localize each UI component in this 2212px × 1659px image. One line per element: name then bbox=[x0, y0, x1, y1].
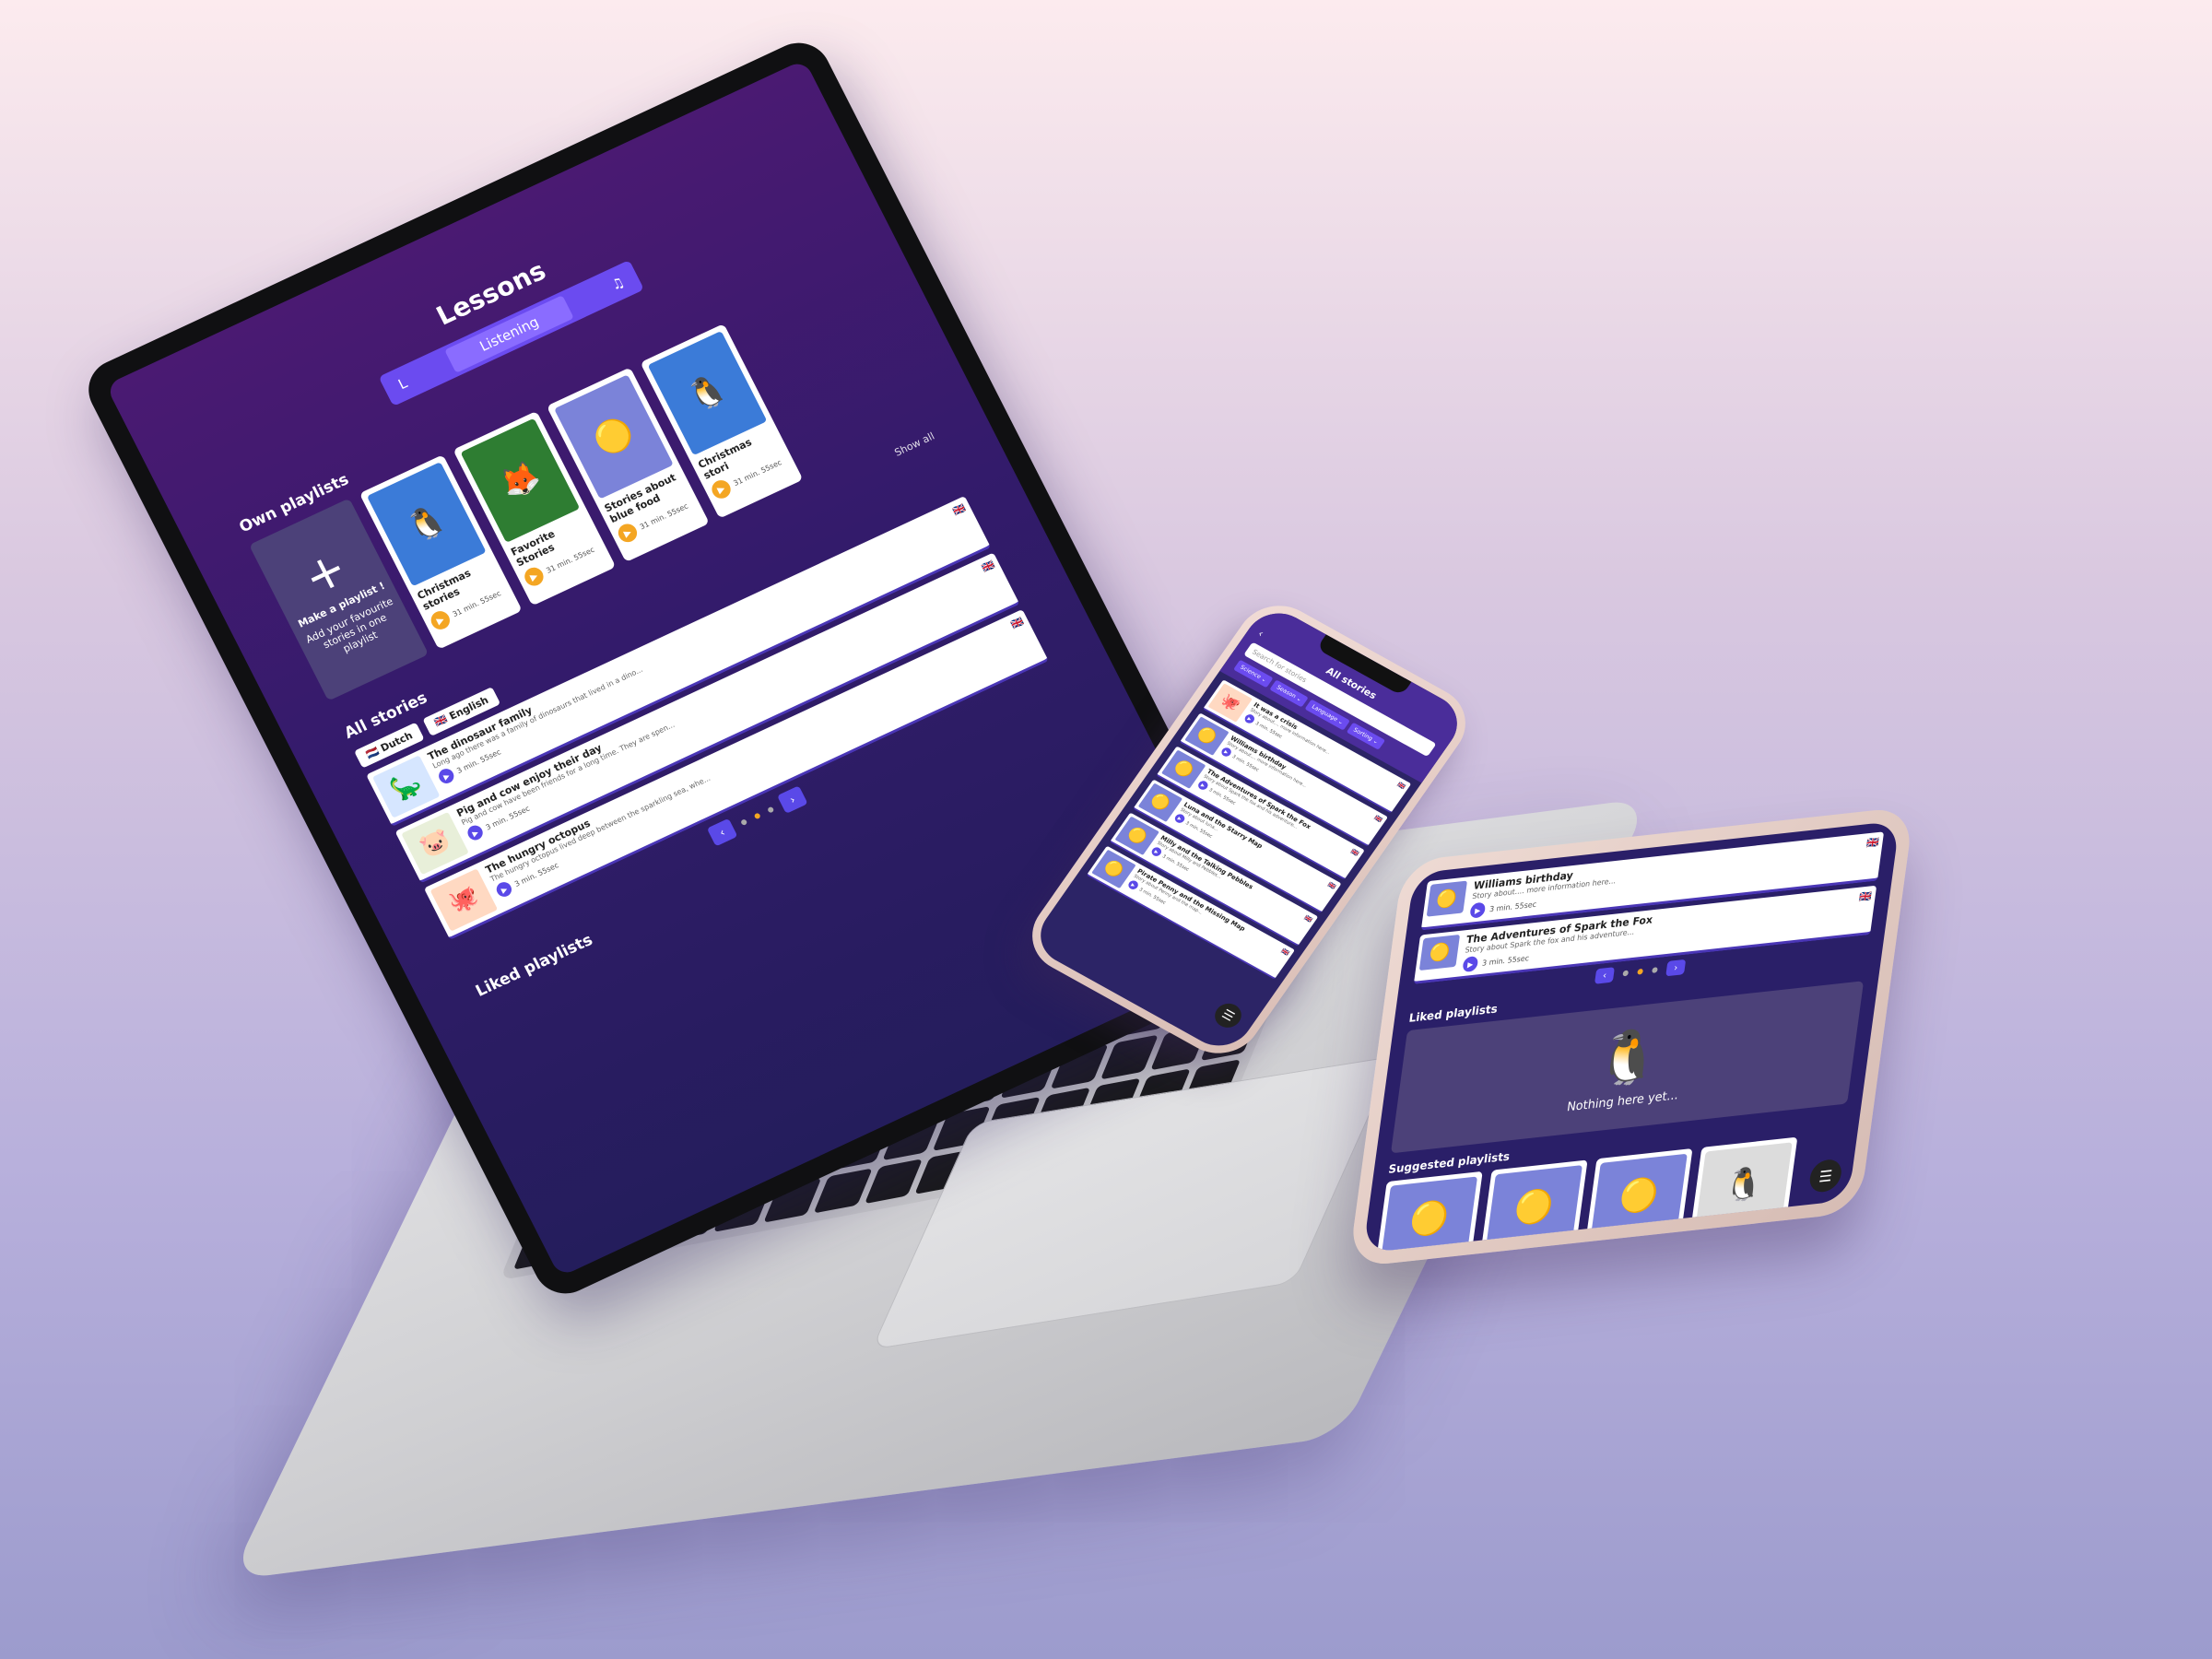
heart-icon[interactable]: ♡ bbox=[1663, 1251, 1675, 1253]
flag-icon: 🇳🇱 bbox=[363, 745, 382, 761]
story-duration: 3 min. 55sec bbox=[1481, 953, 1530, 968]
story-thumbnail: 🦕 bbox=[371, 755, 441, 818]
playlist-meta: ▶ 31 min. 55sec ♡ bbox=[1585, 1248, 1675, 1253]
tablet-story-list: 🟡 Williams birthday Story about.... more… bbox=[1413, 831, 1885, 984]
story-thumbnail: 🐙 bbox=[429, 868, 499, 932]
playlist-thumbnail: 🟡 bbox=[1380, 1176, 1478, 1253]
play-icon[interactable]: ▶ bbox=[1469, 901, 1487, 919]
play-icon[interactable]: ▶ bbox=[615, 521, 641, 546]
play-icon[interactable]: ▶ bbox=[428, 607, 453, 633]
keyboard-key bbox=[864, 1159, 923, 1205]
flag-icon: 🇬🇧 bbox=[432, 712, 450, 730]
page-dot[interactable] bbox=[767, 806, 775, 814]
suggested-playlist-card[interactable]: 🟡 roumaissa ▶ 31 min. 55sec ♡ bbox=[1475, 1159, 1588, 1253]
page-dot[interactable] bbox=[1652, 967, 1658, 973]
prev-page-button[interactable]: ‹ bbox=[706, 818, 738, 847]
plus-icon: + bbox=[294, 540, 357, 606]
play-icon[interactable]: ▶ bbox=[521, 564, 547, 589]
penguin-icon: 🐧 bbox=[1592, 1023, 1665, 1092]
suggested-playlist-card[interactable]: 🟡 luna ▶ 31 min. 55sec ♡ bbox=[1370, 1171, 1483, 1253]
play-icon[interactable]: ▶ bbox=[708, 477, 735, 502]
page-dot[interactable] bbox=[1622, 970, 1630, 977]
menu-icon[interactable]: ☰ bbox=[1209, 999, 1247, 1032]
flag-icon: 🇬🇧 bbox=[1865, 835, 1880, 850]
empty-text: Nothing here yet... bbox=[1566, 1088, 1679, 1114]
story-thumbnail: 🟡 bbox=[1418, 934, 1461, 971]
story-thumbnail: 🟡 bbox=[1426, 880, 1468, 917]
play-icon[interactable]: ▶ bbox=[1462, 955, 1479, 973]
story-duration: 3 min. 55sec bbox=[1488, 900, 1537, 913]
playlist-duration: 31 min. 55sec bbox=[1712, 1226, 1747, 1247]
story-thumbnail: 🐷 bbox=[401, 811, 469, 876]
play-icon[interactable]: ▶ bbox=[1692, 1229, 1712, 1251]
play-icon[interactable]: ▶ bbox=[436, 766, 457, 786]
tablet-screen: 🟡 Williams birthday Story about.... more… bbox=[1362, 820, 1900, 1253]
playlist-name: roumaissa bbox=[1483, 1244, 1571, 1253]
next-page-button[interactable]: › bbox=[777, 785, 808, 814]
prev-page-button[interactable]: ‹ bbox=[1594, 967, 1615, 984]
playlist-meta: ▶ 31 min. 55sec ♡ bbox=[1692, 1221, 1782, 1251]
suggested-playlist-card[interactable]: 🐧 ▶ 31 min. 55sec ♡ bbox=[1685, 1136, 1798, 1253]
language-label: English bbox=[447, 694, 491, 723]
heart-icon[interactable]: ♡ bbox=[1770, 1224, 1782, 1239]
playlist-thumbnail: 🟡 bbox=[1485, 1165, 1583, 1251]
flag-icon: 🇬🇧 bbox=[1858, 889, 1873, 904]
play-icon[interactable]: ▶ bbox=[494, 879, 514, 900]
page-dot-active[interactable] bbox=[1637, 968, 1643, 975]
playlist-thumbnail: 🟡 bbox=[1590, 1153, 1688, 1239]
playlist-duration: 31 min. 55sec bbox=[1606, 1251, 1661, 1253]
tablet-device: 🟡 Williams birthday Story about.... more… bbox=[1347, 806, 1915, 1268]
next-page-button[interactable]: › bbox=[1665, 959, 1687, 977]
playlist-name: testtt bbox=[1588, 1239, 1622, 1253]
play-icon[interactable]: ▶ bbox=[465, 823, 486, 843]
page-dot[interactable] bbox=[740, 818, 748, 827]
page-dot-active[interactable] bbox=[753, 812, 761, 820]
music-note-icon[interactable]: ♫ bbox=[608, 274, 627, 294]
language-label: Dutch bbox=[378, 729, 415, 755]
suggested-playlist-card[interactable]: 🟡 testtt ▶ 31 min. 55sec ♡ bbox=[1580, 1148, 1693, 1253]
playlist-name bbox=[1695, 1221, 1782, 1230]
toggle-left-label[interactable]: L bbox=[395, 375, 410, 394]
playlist-thumbnail: 🐧 bbox=[1695, 1142, 1793, 1228]
